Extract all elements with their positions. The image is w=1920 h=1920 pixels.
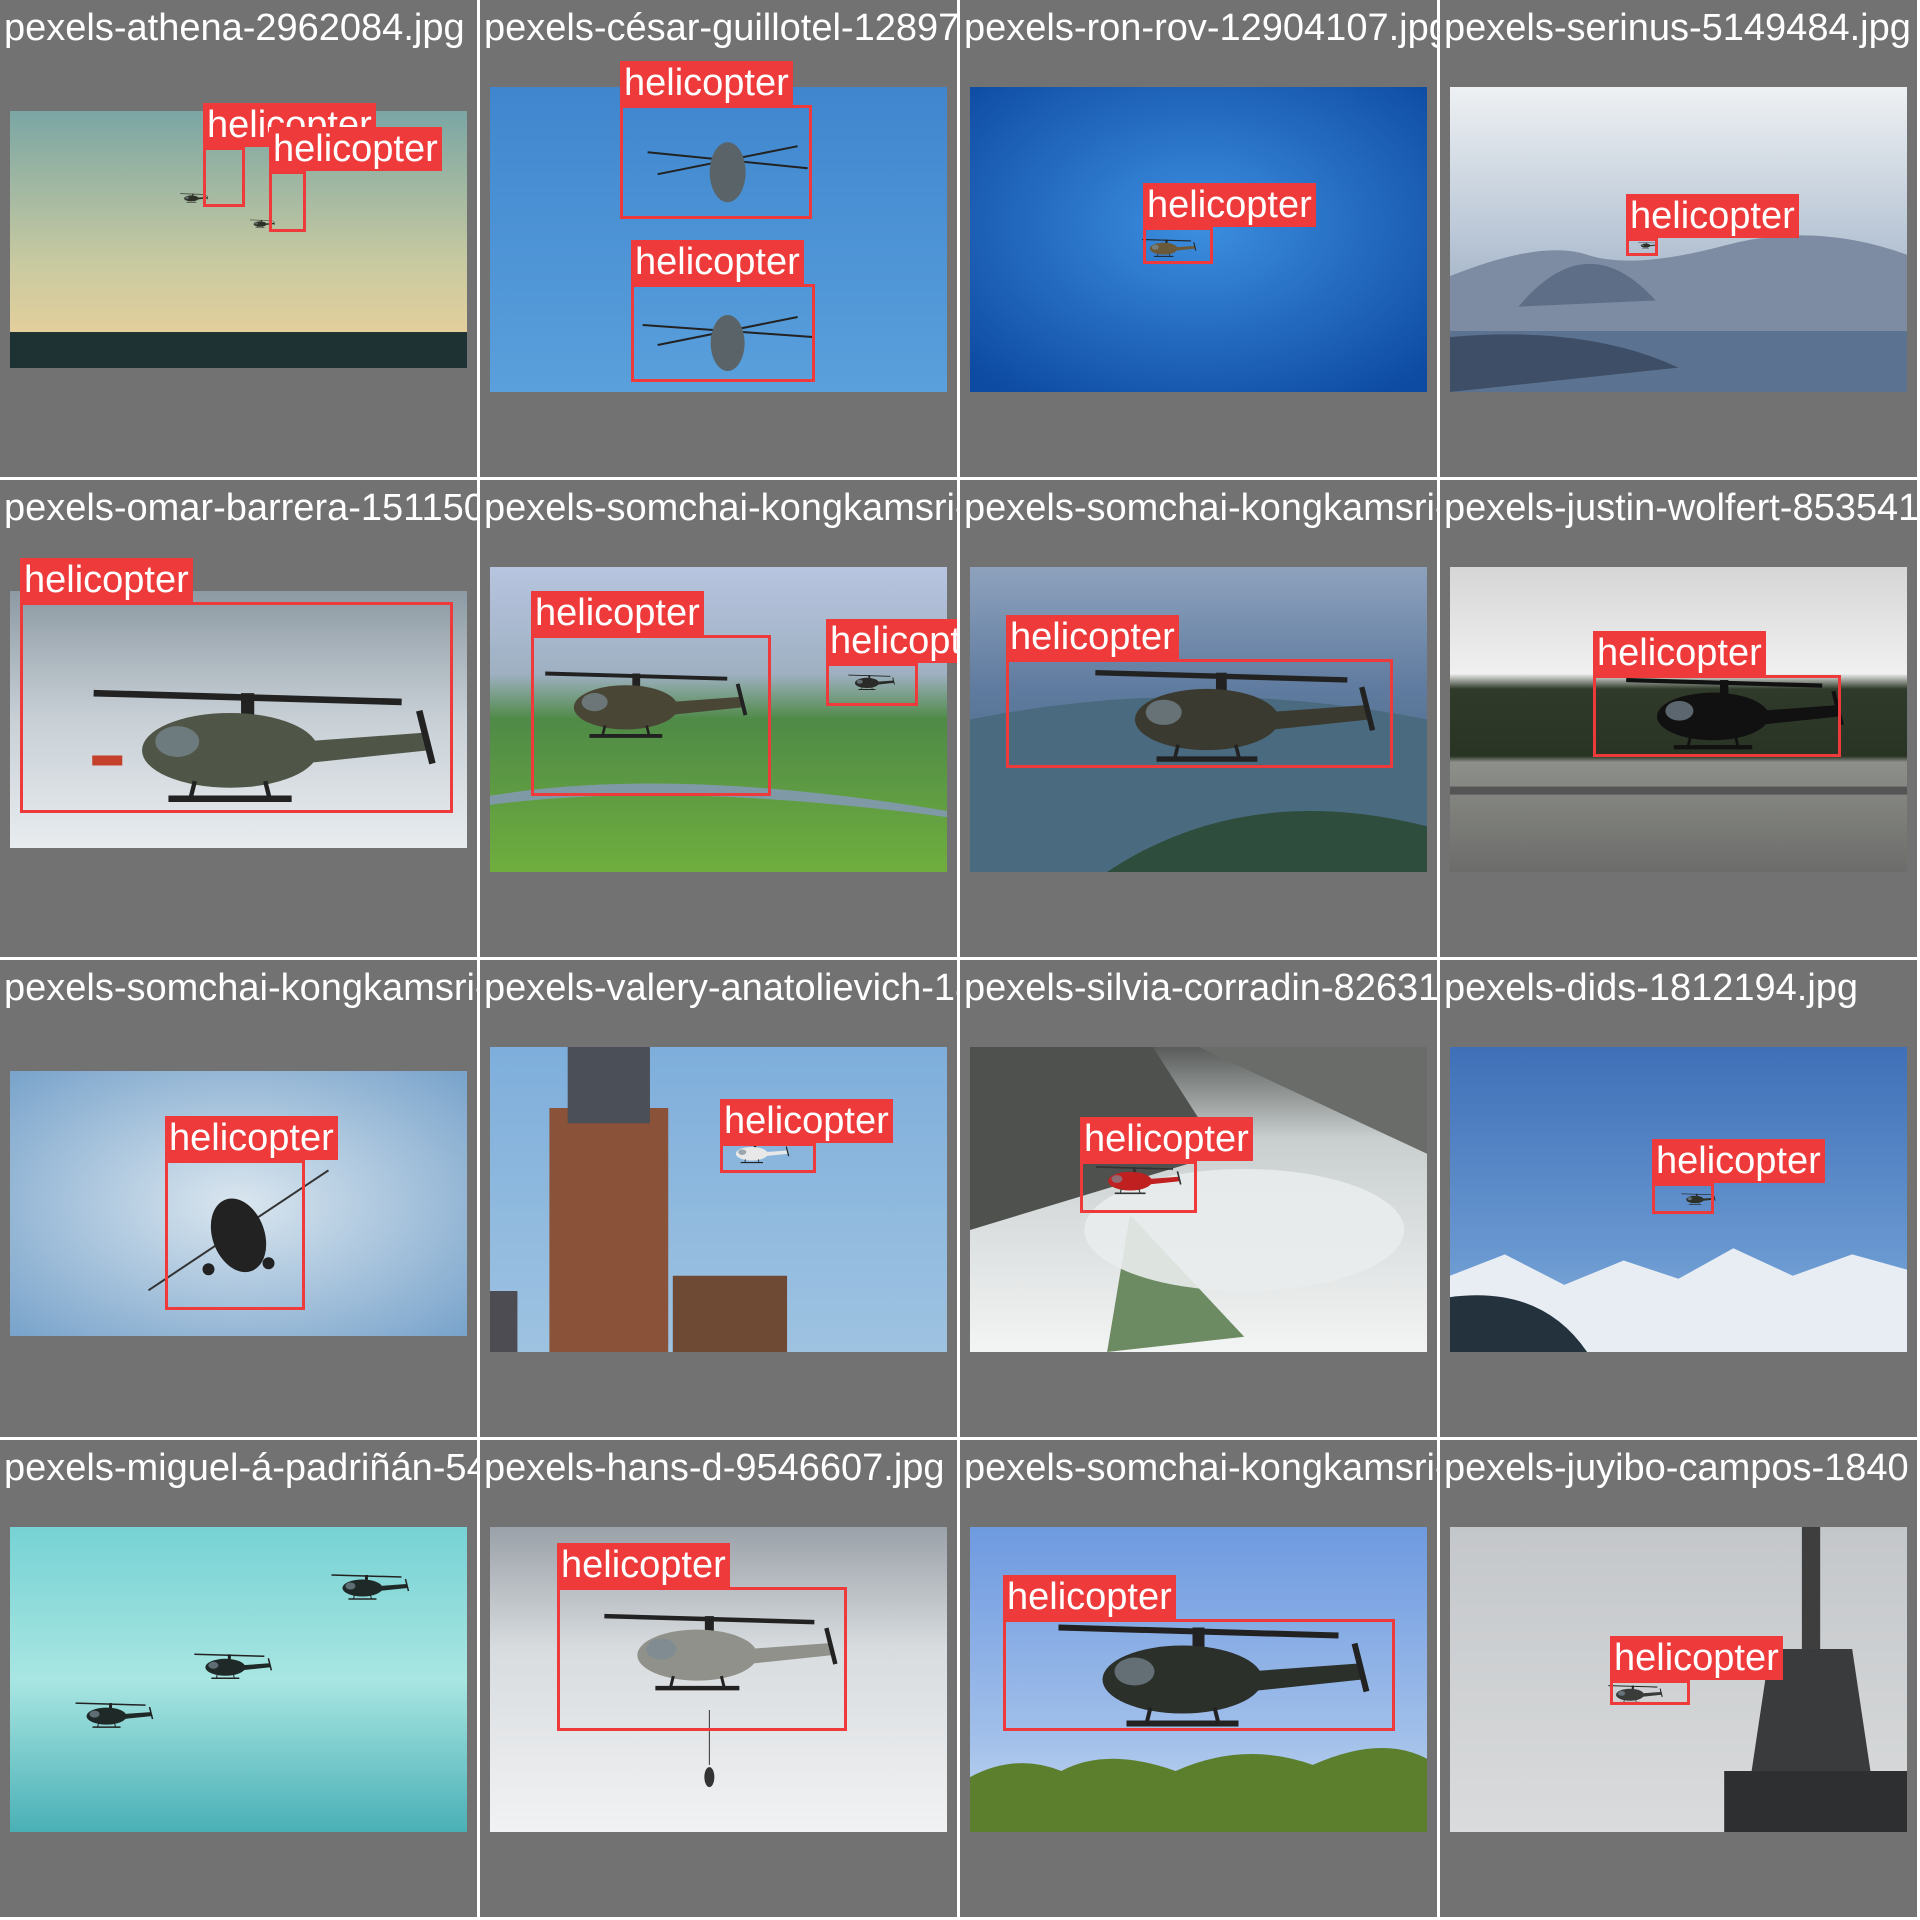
- detection-label: helicopter: [269, 127, 442, 171]
- grid-cell: pexels-somchai-kongkamsri-90286.jpg helic…: [960, 1440, 1437, 1917]
- filename-label: pexels-serinus-5149484.jpg: [1444, 7, 1911, 49]
- detection-box: [1610, 1680, 1690, 1705]
- detection-box: [1593, 675, 1841, 757]
- detection-label: helicopter: [826, 619, 957, 663]
- grid-cell: pexels-somchai-kongkamsri-104757.jpg heli…: [0, 960, 477, 1437]
- detection-box: [1652, 1183, 1714, 1214]
- filename-label: pexels-juyibo-campos-1840: [1444, 1447, 1909, 1489]
- detection-label: helicopter: [531, 591, 704, 635]
- grid-cell: pexels-miguel-á-padriñán-5409349.jpg: [0, 1440, 477, 1917]
- detection-box: [720, 1143, 816, 1173]
- grid-cell: pexels-justin-wolfert-853541 helicopter: [1440, 480, 1917, 957]
- filename-label: pexels-hans-d-9546607.jpg: [484, 1447, 945, 1489]
- filename-label: pexels-somchai-kongkamsri-90286.jpg: [964, 1447, 1437, 1489]
- detection-box: [1003, 1619, 1395, 1731]
- filename-label: pexels-césar-guillotel-12897758.jpg: [484, 7, 957, 49]
- detection-box: [1006, 659, 1393, 768]
- filename-label: pexels-silvia-corradin-8263111.jpg: [964, 967, 1437, 1009]
- filename-label: pexels-miguel-á-padriñán-5409349.jpg: [4, 1447, 477, 1489]
- filename-label: pexels-somchai-kongkamsri-90287.jpg: [964, 487, 1437, 529]
- filename-label: pexels-ron-rov-12904107.jpg: [964, 7, 1437, 49]
- filename-label: pexels-somchai-kongkamsri-90283.jpg: [484, 487, 957, 529]
- detection-box: [1626, 238, 1658, 256]
- filename-label: pexels-athena-2962084.jpg: [4, 7, 465, 49]
- grid-cell: pexels-ron-rov-12904107.jpg helicopter: [960, 0, 1437, 477]
- grid-cell: pexels-valery-anatolievich-18080102.jpg h…: [480, 960, 957, 1437]
- detection-label: helicopter: [1006, 615, 1179, 659]
- detection-box: [1143, 227, 1213, 264]
- detection-label: helicopter: [20, 558, 193, 602]
- detection-label: helicopter: [1080, 1117, 1253, 1161]
- detection-box: [269, 171, 306, 232]
- detection-box: [531, 635, 771, 796]
- detection-box: [826, 663, 918, 706]
- detection-box: [557, 1587, 847, 1731]
- detection-box: [165, 1160, 305, 1310]
- detection-box: [620, 105, 812, 219]
- grid-cell: pexels-serinus-5149484.jpg helicopter: [1440, 0, 1917, 477]
- detection-label: helicopter: [631, 240, 804, 284]
- grid-cell: pexels-césar-guillotel-12897758.jpg helic…: [480, 0, 957, 477]
- grid-cell: pexels-somchai-kongkamsri-90287.jpg helic…: [960, 480, 1437, 957]
- grid-cell: pexels-juyibo-campos-1840 helicopter: [1440, 1440, 1917, 1917]
- detection-label: helicopter: [1143, 183, 1316, 227]
- photo: [490, 1047, 947, 1352]
- filename-label: pexels-valery-anatolievich-18080102.jpg: [484, 967, 957, 1009]
- photo: [10, 1527, 467, 1832]
- detection-label: helicopter: [1610, 1636, 1783, 1680]
- detection-label: helicopter: [557, 1543, 730, 1587]
- photo: [1450, 87, 1907, 392]
- grid-cell: pexels-somchai-kongkamsri-90283.jpg helic…: [480, 480, 957, 957]
- detection-label: helicopter: [165, 1116, 338, 1160]
- grid-cell: pexels-silvia-corradin-8263111.jpg helico…: [960, 960, 1437, 1437]
- detection-label: helicopter: [1003, 1575, 1176, 1619]
- grid-cell: pexels-dids-1812194.jpg helicopter: [1440, 960, 1917, 1437]
- detection-label: helicopter: [1652, 1139, 1825, 1183]
- detection-label: helicopter: [1593, 631, 1766, 675]
- detection-label: helicopter: [720, 1099, 893, 1143]
- grid-cell: pexels-athena-2962084.jpg helicopter helic…: [0, 0, 477, 477]
- detection-box: [1080, 1161, 1197, 1213]
- detection-label: helicopter: [620, 61, 793, 105]
- detection-box: [20, 602, 453, 813]
- detection-box: [631, 284, 815, 382]
- filename-label: pexels-dids-1812194.jpg: [1444, 967, 1859, 1009]
- grid-cell: pexels-hans-d-9546607.jpg helicopter: [480, 1440, 957, 1917]
- detection-label: helicopter: [1626, 194, 1799, 238]
- grid-cell: pexels-omar-barrera-15115050.jpg helicopt…: [0, 480, 477, 957]
- filename-label: pexels-omar-barrera-15115050.jpg: [4, 487, 477, 529]
- photo: [970, 1047, 1427, 1352]
- filename-label: pexels-justin-wolfert-853541: [1444, 487, 1917, 529]
- detection-box: [203, 147, 245, 207]
- filename-label: pexels-somchai-kongkamsri-104757.jpg: [4, 967, 477, 1009]
